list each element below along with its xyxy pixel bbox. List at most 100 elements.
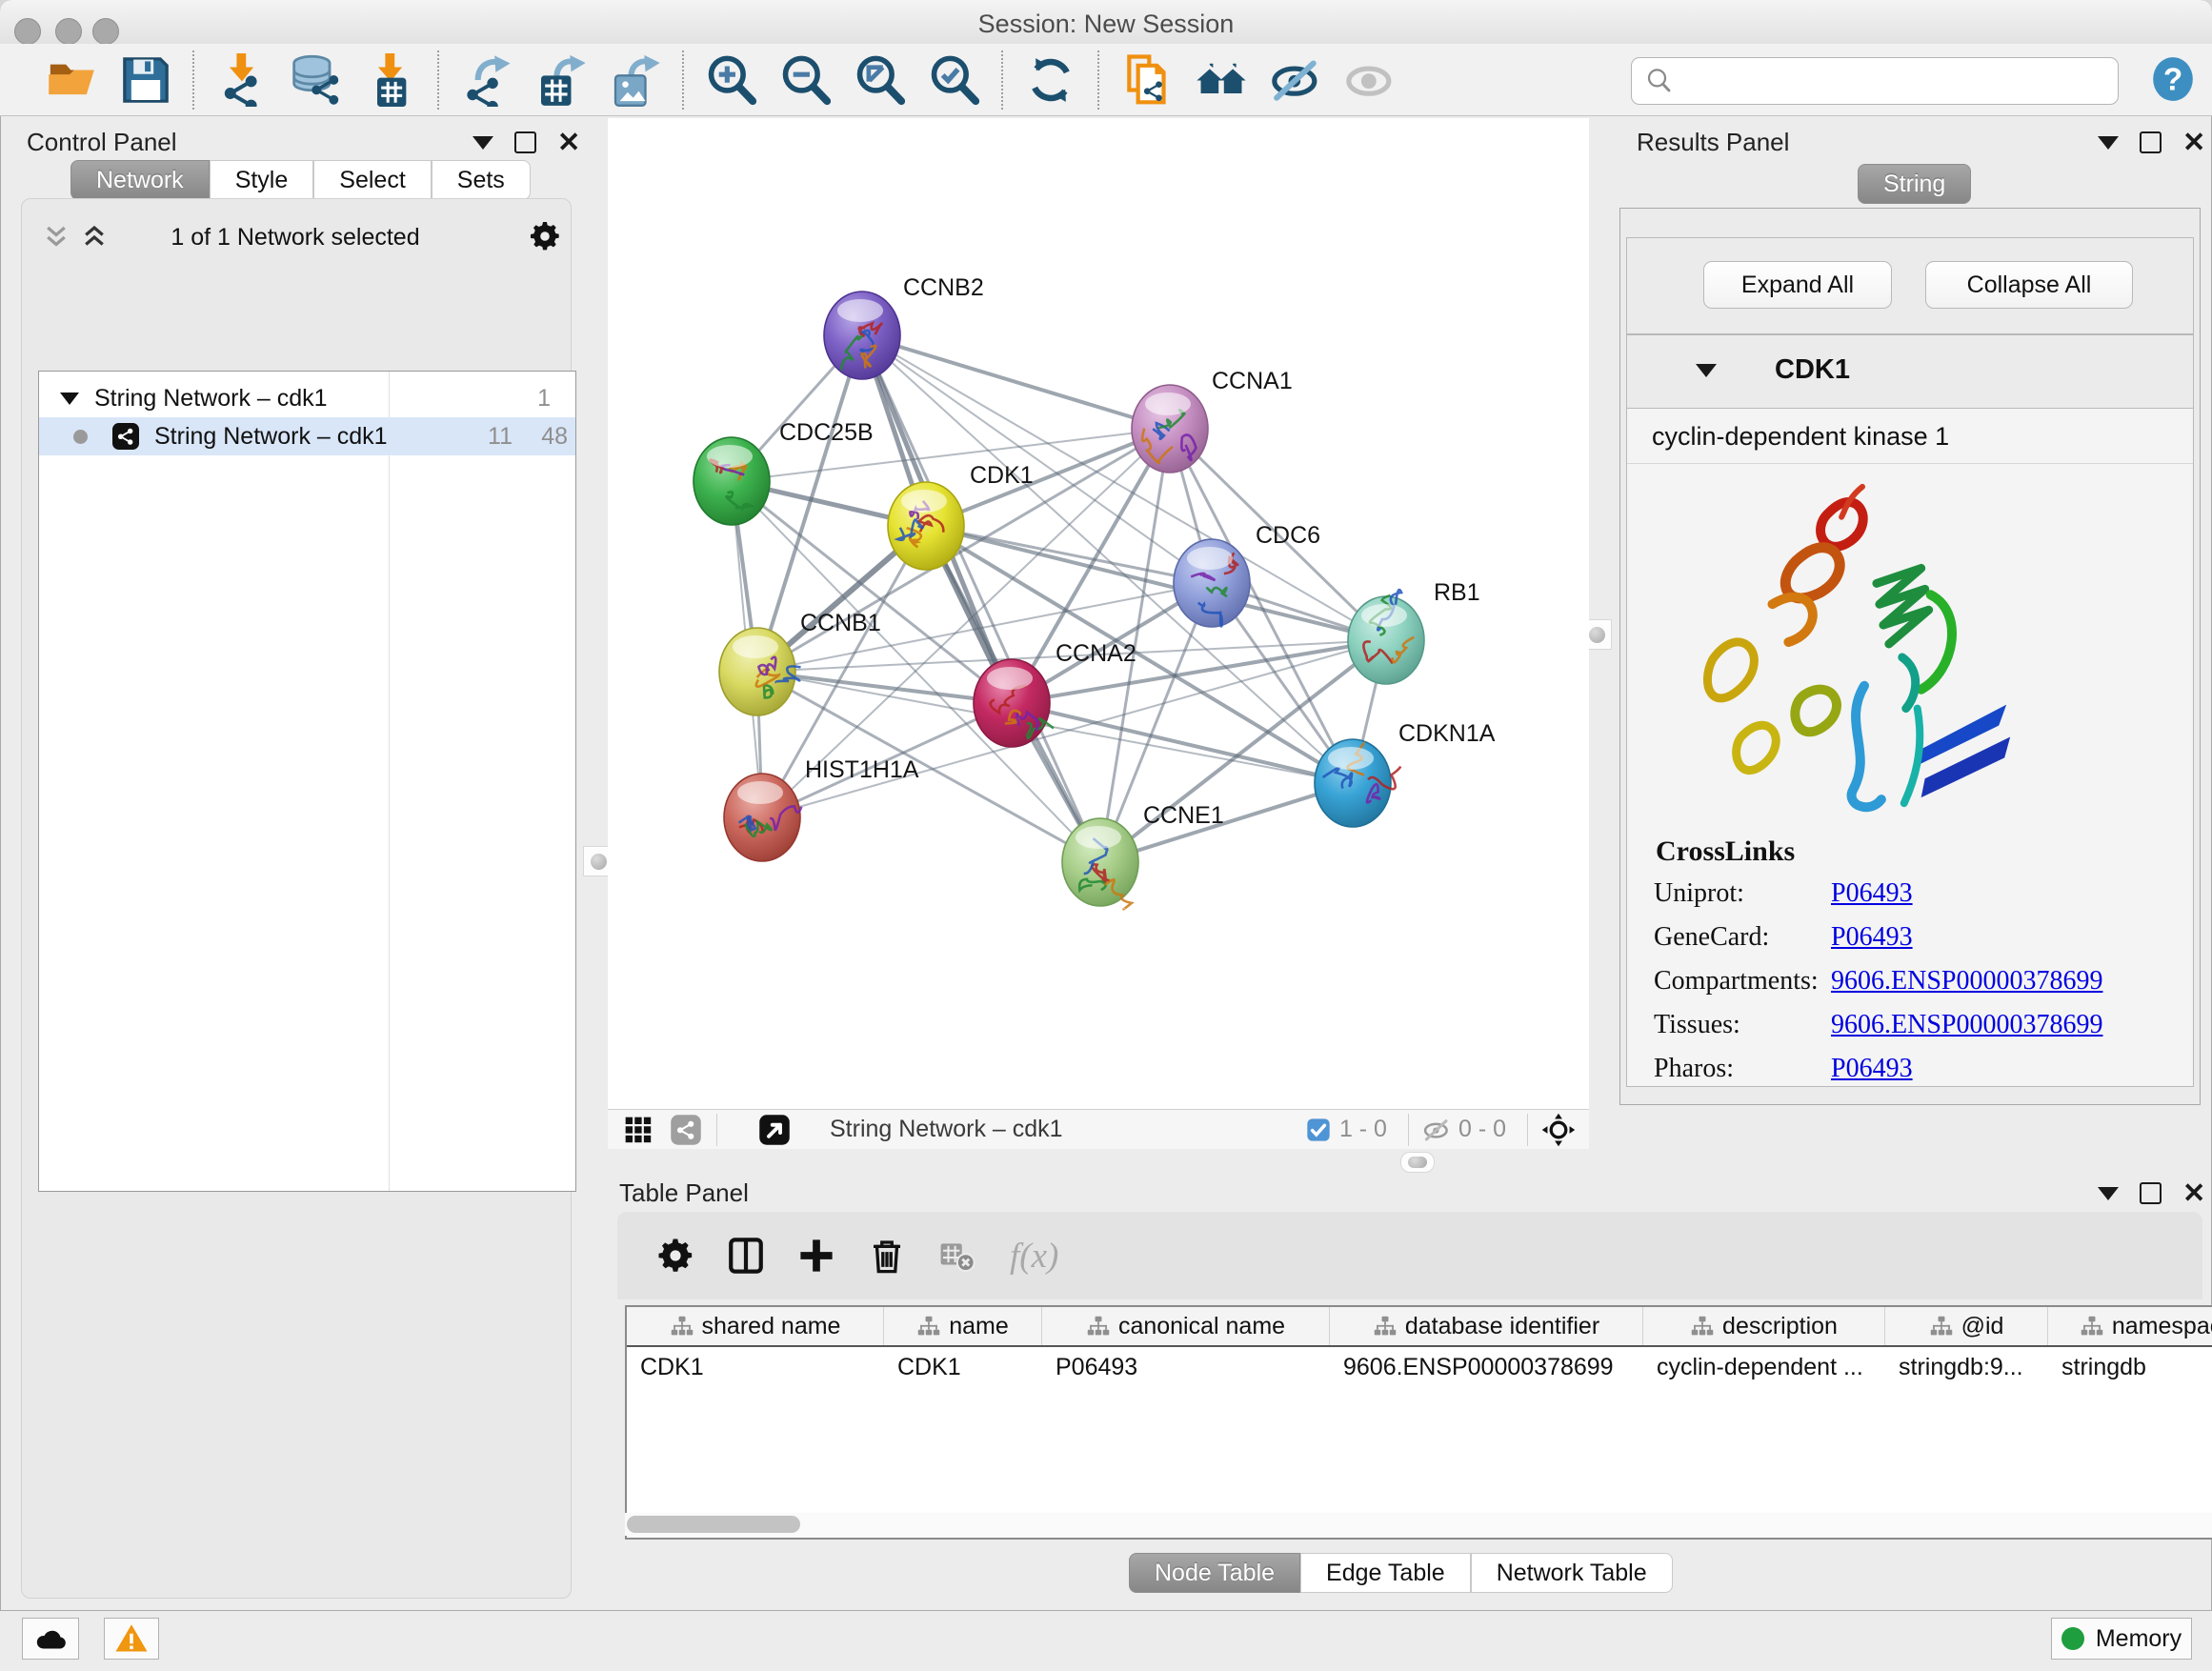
table-options-gear-button[interactable] <box>640 1227 711 1284</box>
save-session-button[interactable] <box>109 50 183 111</box>
table-cell[interactable]: stringdb <box>2048 1354 2212 1381</box>
network-collection-row[interactable]: String Network – cdk1 1 <box>39 379 575 417</box>
table-panel-menu-icon[interactable] <box>2098 1187 2119 1200</box>
collection-expand-icon[interactable] <box>60 393 79 405</box>
import-database-button[interactable] <box>279 50 353 111</box>
column-header-at-id[interactable]: @id <box>1885 1307 2048 1345</box>
table-row[interactable]: CDK1CDK1P064939606.ENSP00000378699cyclin… <box>627 1347 2212 1387</box>
results-panel-menu-icon[interactable] <box>2098 136 2119 150</box>
table-cell[interactable]: CDK1 <box>627 1354 884 1381</box>
column-header-label: shared name <box>702 1313 841 1340</box>
selected-checkbox-icon[interactable] <box>1305 1117 1332 1143</box>
open-session-button[interactable] <box>34 50 109 111</box>
crosslink-row: Uniprot:P06493 <box>1627 872 2193 916</box>
hide-selection-button[interactable] <box>1258 50 1333 111</box>
table-cell[interactable]: 9606.ENSP00000378699 <box>1330 1354 1643 1381</box>
memory-button[interactable]: Memory <box>2051 1618 2192 1660</box>
tab-edge-table[interactable]: Edge Table <box>1300 1553 1471 1593</box>
scrollbar-thumb[interactable] <box>627 1516 800 1533</box>
crosslink-value-link[interactable]: 9606.ENSP00000378699 <box>1831 1010 2102 1040</box>
table-cell[interactable]: cyclin-dependent ... <box>1643 1354 1885 1381</box>
network-row[interactable]: String Network – cdk1 11 48 <box>39 417 575 455</box>
network-node-rb1[interactable]: RB1 <box>1348 579 1480 684</box>
gene-collapse-icon[interactable] <box>1696 364 1717 377</box>
column-header-shared-name[interactable]: shared name <box>627 1307 884 1345</box>
crosslink-value-link[interactable]: 9606.ENSP00000378699 <box>1831 966 2102 997</box>
column-header-name[interactable]: name <box>884 1307 1042 1345</box>
crosslink-value-link[interactable]: P06493 <box>1831 878 1913 909</box>
duplicate-network-button[interactable] <box>1110 50 1184 111</box>
table-panel-float-icon[interactable] <box>2140 1182 2162 1204</box>
tab-string[interactable]: String <box>1858 164 1971 204</box>
create-column-button[interactable] <box>781 1227 852 1284</box>
table-horizontal-scrollbar[interactable] <box>625 1513 2212 1536</box>
show-hidden-button[interactable] <box>1333 50 1407 111</box>
cloud-status-button[interactable] <box>22 1618 79 1660</box>
delete-table-button-disabled[interactable] <box>922 1227 993 1284</box>
tab-network-table[interactable]: Network Table <box>1471 1553 1673 1593</box>
results-panel-float-icon[interactable] <box>2140 131 2162 153</box>
export-image-button[interactable] <box>598 50 673 111</box>
column-header-namespace[interactable]: namespace <box>2048 1307 2212 1345</box>
refresh-button[interactable] <box>1014 50 1088 111</box>
network-node-ccne1[interactable]: CCNE1 <box>1062 802 1224 909</box>
birds-eye-view-icon[interactable] <box>623 1115 654 1145</box>
warnings-button[interactable] <box>104 1618 159 1660</box>
table-panel-close-icon[interactable]: ✕ <box>2182 1184 2205 1203</box>
tab-sets[interactable]: Sets <box>432 160 531 200</box>
expand-all-button[interactable]: Expand All <box>1703 261 1892 309</box>
control-panel-tabstrip: NetworkStyleSelectSets <box>70 160 531 200</box>
network-node-ccna1[interactable]: CCNA1 <box>1132 368 1293 473</box>
network-panel-options-gear-icon[interactable] <box>528 219 562 253</box>
zoom-in-button[interactable] <box>694 50 769 111</box>
help-button[interactable] <box>2147 53 2199 107</box>
detach-view-icon[interactable] <box>757 1113 792 1147</box>
control-panel-float-icon[interactable] <box>514 131 536 153</box>
table-cell[interactable]: P06493 <box>1042 1354 1330 1381</box>
toolbar-divider <box>716 1114 717 1146</box>
results-panel-close-icon[interactable]: ✕ <box>2182 133 2205 152</box>
open-session-icon <box>45 53 98 107</box>
table-cell[interactable]: stringdb:9... <box>1885 1354 2048 1381</box>
tab-node-table[interactable]: Node Table <box>1129 1553 1300 1593</box>
zoom-out-button[interactable] <box>769 50 843 111</box>
expand-all-networks-icon[interactable] <box>80 223 109 252</box>
column-header-description[interactable]: description <box>1643 1307 1885 1345</box>
control-panel-close-icon[interactable]: ✕ <box>557 133 580 152</box>
import-network-button[interactable] <box>205 50 279 111</box>
zoom-selected-button[interactable] <box>917 50 992 111</box>
control-panel-title: Control Panel <box>27 128 177 157</box>
network-node-hist1h1a[interactable]: HIST1H1A <box>724 756 919 861</box>
crosslink-value-link[interactable]: P06493 <box>1831 1054 1913 1084</box>
tab-network[interactable]: Network <box>70 160 210 200</box>
first-neighbors-button[interactable] <box>1184 50 1258 111</box>
save-session-icon <box>119 53 172 107</box>
collapse-all-button[interactable]: Collapse All <box>1925 261 2133 309</box>
import-table-button[interactable] <box>353 50 428 111</box>
column-header-database-identifier[interactable]: database identifier <box>1330 1307 1643 1345</box>
fit-selected-crosshair-icon[interactable] <box>1541 1113 1576 1147</box>
zoom-fit-button[interactable] <box>843 50 917 111</box>
network-edges[interactable] <box>732 335 1386 862</box>
show-columns-button[interactable] <box>711 1227 781 1284</box>
delete-column-button[interactable] <box>852 1227 922 1284</box>
export-table-button[interactable] <box>524 50 598 111</box>
collapse-all-networks-icon[interactable] <box>42 223 70 252</box>
gene-section-header[interactable]: CDK1 <box>1627 335 2193 409</box>
tab-select[interactable]: Select <box>313 160 431 200</box>
control-panel-menu-icon[interactable] <box>473 136 493 150</box>
title-bar: Session: New Session <box>0 0 2212 45</box>
toolbar-separator <box>682 50 685 110</box>
search-input[interactable] <box>1683 61 2118 101</box>
network-node-cdkn1a[interactable]: CDKN1A <box>1315 720 1496 827</box>
table-panel-title: Table Panel <box>619 1178 749 1208</box>
function-builder-label[interactable]: f(x) <box>1010 1236 1058 1277</box>
tab-style[interactable]: Style <box>210 160 314 200</box>
table-cell[interactable]: CDK1 <box>884 1354 1042 1381</box>
network-canvas[interactable]: CCNB2CCNA1CDC25BCDK1CDC6RB1CCNB1CCNA2CDK… <box>608 118 1589 1109</box>
network-node-ccna2[interactable]: CCNA2 <box>974 640 1136 747</box>
export-network-button[interactable] <box>450 50 524 111</box>
search-box[interactable] <box>1631 57 2119 105</box>
crosslink-value-link[interactable]: P06493 <box>1831 922 1913 953</box>
column-header-canonical-name[interactable]: canonical name <box>1042 1307 1330 1345</box>
